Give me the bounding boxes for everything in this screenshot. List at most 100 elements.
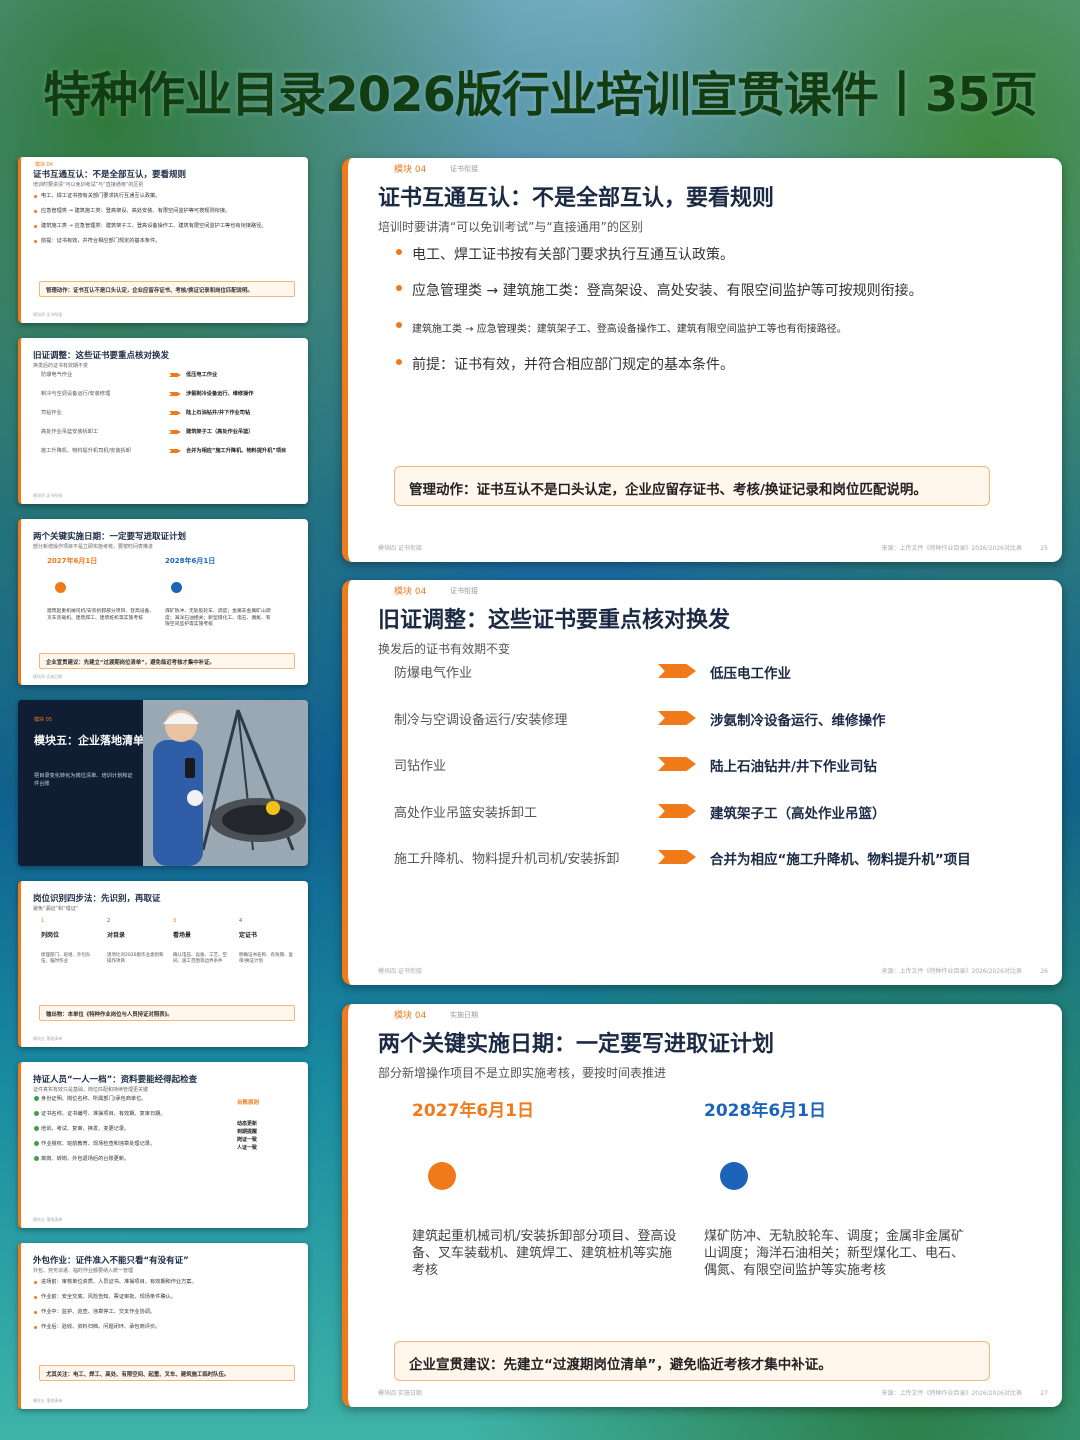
- slide-bullet: 建筑施工类 → 应急管理类：建筑架子工、登高设备操作工、建筑有限空间监护工等也有…: [412, 324, 847, 335]
- slide-callout: 管理动作：证书互认不是口头认定，企业应留存证书、考核/换证记录和岗位匹配说明。: [394, 466, 990, 506]
- step-number: 1: [41, 918, 45, 924]
- thumb-date-desc-1: 建筑起重机械司机/安装拆卸部分项目、登高设备、叉车装载机、建筑焊工、建筑桩机等实…: [47, 609, 155, 621]
- old-cert-name: 施工升降机、物料提升机司机/安装拆卸: [394, 852, 620, 867]
- thumb-new-cert: 涉氨制冷设备运行、维修操作: [186, 391, 254, 397]
- slide-footer-left: 模块四 证书衔接: [378, 545, 422, 552]
- thumb-title: 外包作业：证件准入不能只看“有没有证”: [33, 1256, 189, 1266]
- step-desc: 逐项比对2026版作业类别和操作项目: [107, 953, 164, 964]
- slide-old-cert-adjustment: 模块 04 证书衔接 旧证调整：这些证书要重点核对换发 换发后的证书有效期不变 …: [342, 580, 1062, 985]
- step-desc: 梳理部门、班组、外包队伍、临时作业: [41, 953, 91, 964]
- arrow-right-icon: [658, 711, 696, 725]
- thumb-old-cert: 司钻作业: [41, 410, 62, 416]
- bullet-dot: [396, 359, 402, 365]
- slide-tag: 模块 04: [394, 1011, 427, 1021]
- slide-bullet: 应急管理类 → 建筑施工类：登高架设、高处安装、有限空间监护等可按规则衔接。: [412, 283, 923, 299]
- thumb-old-cert: 施工升降机、物料提升机司机/安装拆卸: [41, 448, 131, 454]
- new-cert-name: 涉氨制冷设备运行、维修操作: [710, 713, 886, 729]
- new-cert-name: 低压电工作业: [710, 666, 791, 682]
- slide-bullet: 电工、焊工证书按有关部门要求执行互通互认政策。: [412, 247, 734, 263]
- bullet-dot: [34, 240, 37, 243]
- worker-photo: [143, 700, 308, 866]
- step-number: 4: [239, 918, 243, 924]
- thumb-subtitle: 培训时要讲清“可以免训考试”与“直接通用”的区别: [33, 182, 144, 188]
- step-number: 3: [173, 918, 177, 924]
- thumb-footer: 模块四 证书衔接: [33, 312, 63, 317]
- thumb-old-cert: 制冷与空调设备运行/安装修理: [41, 391, 111, 397]
- thumb-bullet: 作业前：安全交底、风险告知、票证审批、现场条件确认。: [41, 1294, 176, 1300]
- slide-footer-left: 模块四 证书衔接: [378, 968, 422, 975]
- arrow-right-icon: [169, 392, 181, 396]
- bullet-dot: [396, 322, 402, 328]
- thumb-slide-cert-mutual[interactable]: 模块 04 证书互通互认：不是全部互认，要看规则 培训时要讲清“可以免训考试”与…: [18, 157, 308, 323]
- timeline-dot-blue: [720, 1162, 748, 1190]
- thumb-date-desc-2: 煤矿防冲、无轨胶轮车、调度；金属非金属矿山调度；海洋石油相关；新型煤化工、电石、…: [165, 609, 271, 627]
- slide-footer-source: 来源：上传文件《特种作业目录》2026/2026对比表: [881, 545, 1022, 552]
- thumb-old-cert: 高处作业吊篮安装拆卸工: [41, 429, 99, 435]
- slide-cert-mutual-recognition: 模块 04 证书衔接 证书互通互认：不是全部互认，要看规则 培训时要讲清“可以免…: [342, 158, 1062, 562]
- thumb-title: 两个关键实施日期：一定要写进取证计划: [33, 532, 187, 542]
- thumb-title: 证书互通互认：不是全部互认，要看规则: [33, 170, 187, 180]
- side-line: 到期提醒: [237, 1129, 258, 1135]
- thumb-callout: 管理动作：证书互认不是口头认定，企业应留存证书、考核/换证记录和岗位匹配说明。: [39, 281, 295, 297]
- thumb-title: 持证人员“一人一档”：资料要能经得起检查: [33, 1075, 198, 1085]
- thumb-new-cert: 陆上石油钻井/井下作业司钻: [186, 410, 251, 416]
- side-line: 人证一致: [237, 1145, 258, 1151]
- thumb-old-cert: 防爆电气作业: [41, 372, 73, 378]
- thumb-bullet: 进场前：审核单位资质、人员证书、准操项目、有效期和作业方案。: [41, 1279, 197, 1285]
- thumb-title: 岗位识别四步法：先识别，再取证: [33, 894, 161, 904]
- old-cert-name: 防爆电气作业: [394, 666, 473, 681]
- slide-key-dates: 模块 04 实施日期 两个关键实施日期：一定要写进取证计划 部分新增操作项目不是…: [342, 1004, 1062, 1407]
- step-number: 2: [107, 918, 111, 924]
- thumb-slide-module5[interactable]: 模块 05 模块五：企业落地清单 把目录变化转化为岗位清单、培训计划和证件台账: [18, 700, 308, 866]
- thumb-callout: 输出物：本单位《特种作业岗位与人员持证对照表》。: [39, 1005, 295, 1021]
- old-cert-name: 高处作业吊篮安装拆卸工: [394, 806, 538, 821]
- bullet-dot: [34, 1281, 37, 1284]
- thumb-slide-four-steps[interactable]: 岗位识别四步法：先识别，再取证 避免“漏证”和“错证” 1 2 3 4 列岗位 …: [18, 881, 308, 1047]
- step-heading: 对目录: [107, 932, 126, 939]
- thumb-subtitle: 避免“漏证”和“错证”: [33, 906, 79, 912]
- slide-callout: 企业宣贯建议：先建立“过渡期岗位清单”，避免临近考核才集中补证。: [394, 1341, 990, 1381]
- arrow-right-icon: [658, 757, 696, 771]
- slide-subtitle: 培训时要讲清“可以免训考试”与“直接通用”的区别: [378, 220, 643, 234]
- arrow-right-icon: [169, 449, 181, 453]
- check-icon: [34, 1126, 39, 1131]
- step-heading: 列岗位: [41, 932, 60, 939]
- step-heading: 看场景: [173, 932, 192, 939]
- old-cert-name: 司钻作业: [394, 759, 447, 774]
- slide-tag: 模块 04: [394, 165, 427, 175]
- new-cert-name: 合并为相应“施工升降机、物料提升机”项目: [710, 852, 971, 868]
- thumb-bullet: 作业授权、班前教育、现场检查和违章处理记录。: [41, 1141, 156, 1147]
- thumb-new-cert: 建筑架子工（高处作业吊篮）: [186, 429, 254, 435]
- slide-subtitle: 部分新增操作项目不是立即实施考核，要按时间表推进: [378, 1066, 667, 1080]
- slide-page-number: 26: [1040, 968, 1048, 975]
- slide-title: 证书互通互认：不是全部互认，要看规则: [378, 186, 775, 211]
- thumb-slide-outsourcing[interactable]: 外包作业：证件准入不能只看“有没有证” 外包、劳务派遣、临时作业都要纳入统一管理…: [18, 1243, 308, 1409]
- thumb-bullet: 电工、焊工证书按有关部门要求执行互通互认政策。: [41, 193, 161, 199]
- slide-footer-source: 来源：上传文件《特种作业目录》2026/2026对比表: [881, 968, 1022, 975]
- thumb-title: 模块五：企业落地清单: [34, 734, 144, 747]
- thumb-slide-old-cert[interactable]: 旧证调整：这些证书要重点核对换发 换发后的证书有效期不变 防爆电气作业 低压电工…: [18, 338, 308, 504]
- step-desc: 明确证书名称、有效期、复审/换证计划: [239, 953, 293, 964]
- slide-section: 证书衔接: [450, 165, 478, 173]
- side-line: 动态更新: [237, 1121, 258, 1127]
- bullet-dot: [34, 195, 37, 198]
- thumb-slide-one-person-file[interactable]: 持证人员“一人一档”：资料要能经得起检查 证件真实有效只是基础，岗位匹配和持续管…: [18, 1062, 308, 1228]
- thumb-subtitle: 换发后的证书有效期不变: [33, 363, 89, 369]
- timeline-dot-orange: [55, 582, 66, 593]
- page-title: 特种作业目录2026版行业培训宣贯课件丨35页: [43, 67, 1037, 123]
- thumb-date-2: 2028年6月1日: [165, 557, 216, 565]
- thumb-tag: 模块 04: [35, 162, 53, 168]
- thumb-callout: 企业宣贯建议：先建立“过渡期岗位清单”，避免临近考核才集中补证。: [39, 653, 295, 669]
- thumb-slide-dates[interactable]: 两个关键实施日期：一定要写进取证计划 部分新增操作项目不是立即实施考核，要按时间…: [18, 519, 308, 685]
- old-cert-name: 制冷与空调设备运行/安装修理: [394, 713, 568, 728]
- worker-illustration-icon: [143, 700, 308, 866]
- thumb-title: 旧证调整：这些证书要重点核对换发: [33, 351, 170, 361]
- slide-title: 两个关键实施日期：一定要写进取证计划: [378, 1032, 775, 1057]
- bullet-dot: [396, 249, 402, 255]
- thumb-footer: 模块四 实施日期: [33, 674, 63, 679]
- bullet-dot: [34, 1296, 37, 1299]
- thumb-footer: 模块五 落地清单: [33, 1398, 63, 1403]
- date-2028: 2028年6月1日: [704, 1101, 826, 1121]
- slide-section: 实施日期: [450, 1011, 478, 1019]
- arrow-right-icon: [169, 411, 181, 415]
